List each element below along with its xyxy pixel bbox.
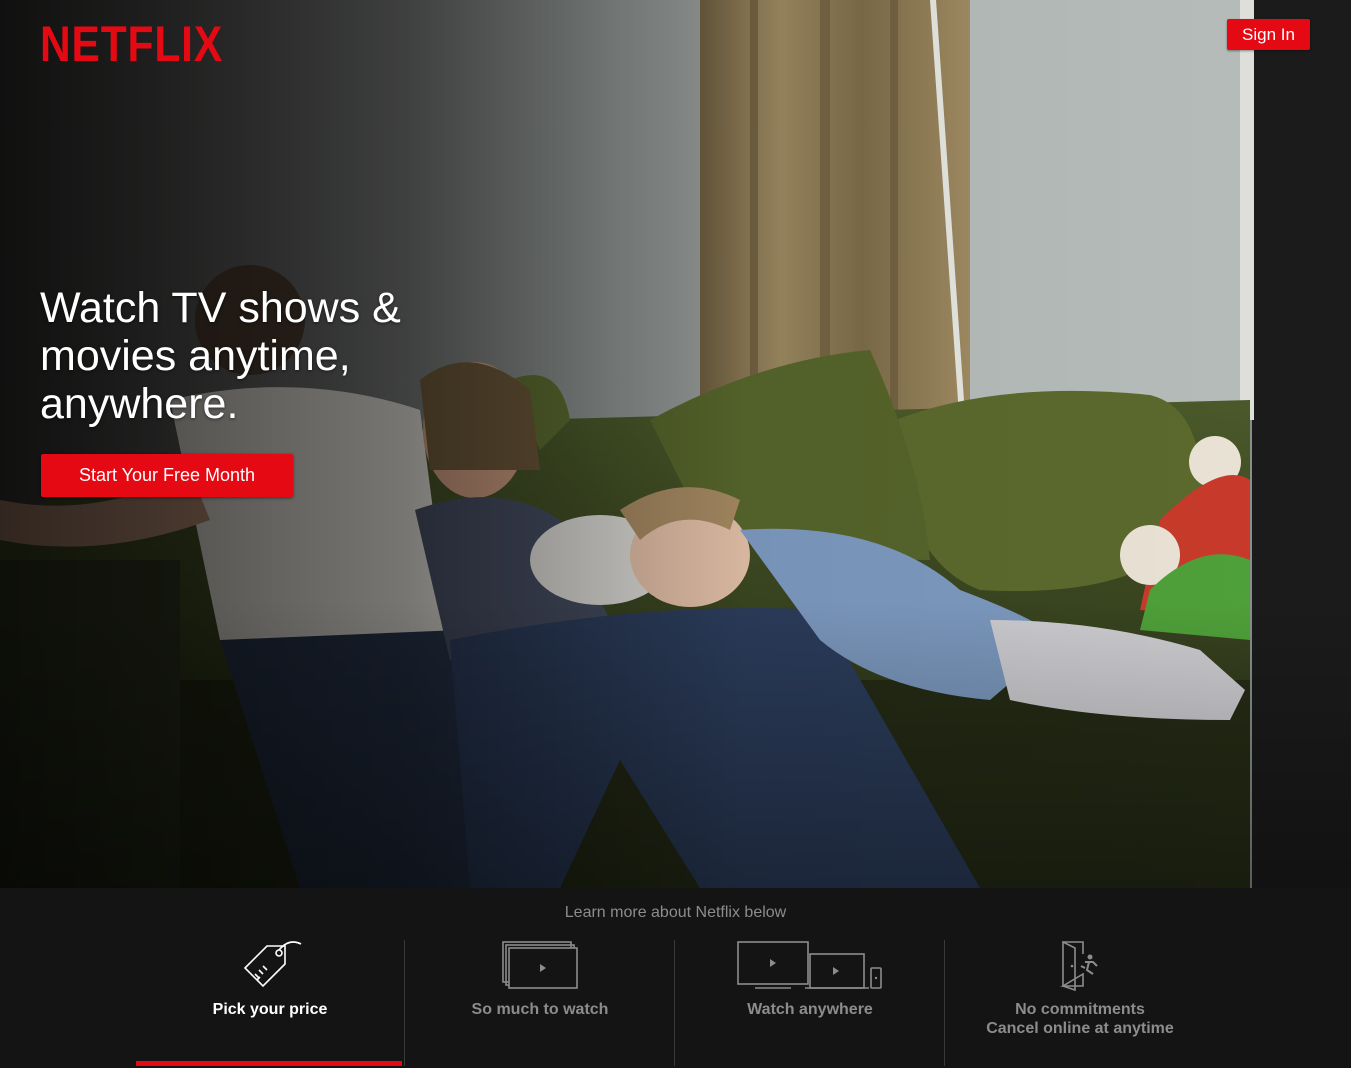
tab-label: Pick your price xyxy=(212,1001,328,1018)
tab-label: Watch anywhere xyxy=(747,1001,873,1018)
tab-label: So much to watch xyxy=(471,1001,609,1018)
devices-icon xyxy=(737,941,882,989)
tab-label: No commitments Cancel online at anytime xyxy=(945,1000,1215,1038)
hero-bottom-gradient xyxy=(0,600,1351,888)
tab-no-commitments[interactable]: No commitments Cancel online at anytime xyxy=(945,940,1215,1066)
stacked-screens-icon xyxy=(502,941,578,989)
hero-headline: Watch TV shows & movies anytime, anywher… xyxy=(40,284,401,428)
sign-in-button[interactable]: Sign In xyxy=(1227,19,1310,50)
start-free-month-button[interactable]: Start Your Free Month xyxy=(41,454,293,497)
tab-pick-your-price[interactable]: Pick your price xyxy=(135,940,405,1066)
feature-footer: Learn more about Netflix below Pick your… xyxy=(0,888,1351,1068)
hero-section: NETFLIX Sign In Watch TV shows & movies … xyxy=(0,0,1351,888)
price-tag-icon xyxy=(243,941,302,988)
learn-more-text: Learn more about Netflix below xyxy=(564,904,787,921)
tab-label-line1: No commitments xyxy=(1015,1001,1145,1018)
feature-tabs: Pick your price So much to watch Watch a… xyxy=(135,940,1216,1068)
active-tab-indicator xyxy=(136,1061,402,1066)
exit-door-icon xyxy=(1060,940,1098,992)
tab-watch-anywhere[interactable]: Watch anywhere xyxy=(675,940,945,1066)
tab-so-much-to-watch[interactable]: So much to watch xyxy=(405,940,675,1066)
tab-label-line2: Cancel online at anytime xyxy=(986,1020,1174,1037)
netflix-logo[interactable]: NETFLIX xyxy=(40,18,223,70)
